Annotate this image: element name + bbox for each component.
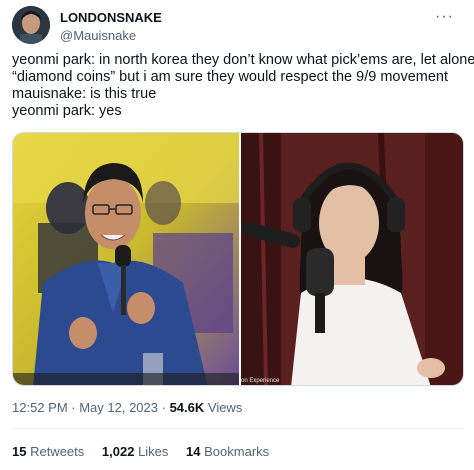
views-count: 54.6K bbox=[169, 400, 205, 415]
avatar-image bbox=[12, 6, 50, 44]
display-name[interactable]: LONDONSNAKE bbox=[60, 10, 162, 26]
views-label: Views bbox=[204, 400, 243, 415]
speaker-photo bbox=[13, 133, 239, 385]
tweet-line: “diamond coins” but i am sure they would… bbox=[12, 69, 449, 85]
retweets-count: 15 bbox=[12, 444, 27, 459]
likes-label: Likes bbox=[134, 444, 169, 459]
likes-stat[interactable]: 1,022 Likes bbox=[102, 444, 169, 459]
retweets-label: Retweets bbox=[26, 444, 85, 459]
bookmarks-count: 14 bbox=[186, 444, 201, 459]
divider bbox=[12, 428, 462, 429]
likes-count: 1,022 bbox=[101, 444, 135, 459]
tweet-line: yeonmi park: in north korea they don’t k… bbox=[12, 52, 474, 68]
meta-separator: · bbox=[158, 400, 170, 415]
meta-separator: · bbox=[67, 400, 80, 415]
podcast-photo bbox=[241, 133, 463, 385]
media-image-right[interactable]: on Experience bbox=[241, 133, 463, 385]
tweet-meta: 12:52 PM · May 12, 2023 · 54.6K Views bbox=[12, 400, 242, 415]
media-image-left[interactable] bbox=[13, 133, 239, 385]
retweets-stat[interactable]: 15 Retweets bbox=[12, 444, 84, 459]
user-names: LONDONSNAKE @Mauisnake bbox=[60, 10, 162, 44]
avatar[interactable] bbox=[12, 6, 50, 44]
tweet-date[interactable]: May 12, 2023 bbox=[79, 400, 158, 415]
bookmarks-stat[interactable]: 14 Bookmarks bbox=[186, 444, 269, 459]
tweet-stats: 15 Retweets 1,022 Likes 14 Bookmarks bbox=[12, 444, 283, 459]
tweet-text: yeonmi park: in north korea they don’t k… bbox=[12, 52, 474, 120]
tweet-header: LONDONSNAKE @Mauisnake ··· bbox=[12, 6, 462, 46]
bookmarks-label: Bookmarks bbox=[200, 444, 270, 459]
more-icon[interactable]: ··· bbox=[435, 8, 454, 26]
tweet-line: yeonmi park: yes bbox=[12, 103, 122, 119]
tweet-time[interactable]: 12:52 PM bbox=[12, 400, 68, 415]
media-caption: on Experience bbox=[241, 378, 280, 384]
tweet-line: mauisnake: is this true bbox=[12, 86, 157, 102]
tweet-media[interactable]: on Experience bbox=[12, 132, 464, 386]
user-handle[interactable]: @Mauisnake bbox=[60, 28, 162, 44]
